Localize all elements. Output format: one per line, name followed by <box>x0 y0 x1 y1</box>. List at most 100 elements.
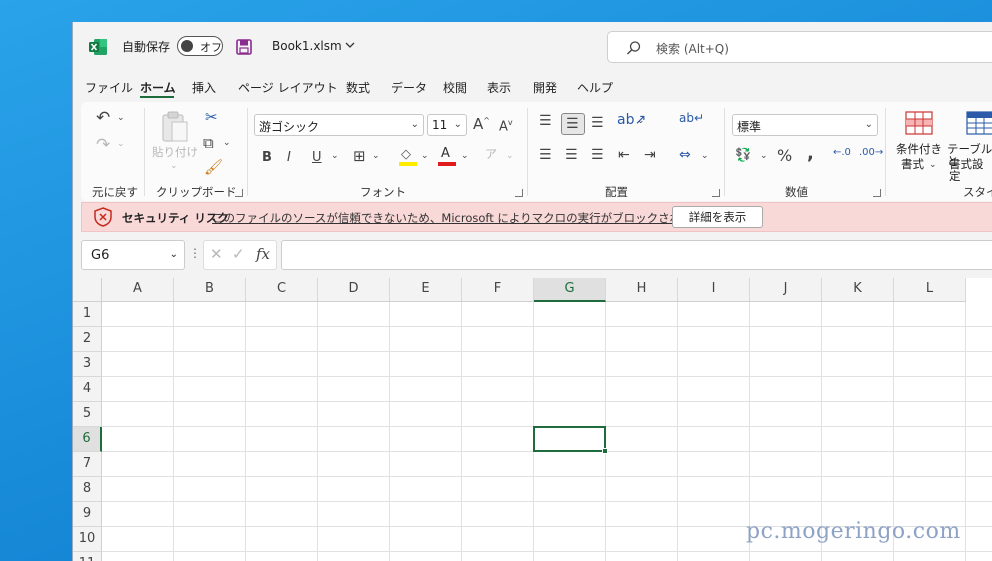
file-name[interactable]: Book1.xlsm <box>272 39 342 53</box>
tab-file[interactable]: ファイル <box>85 79 133 96</box>
align-top-icon[interactable]: ☰ <box>539 114 552 128</box>
tab-insert[interactable]: 挿入 <box>192 79 216 96</box>
fill-color-icon[interactable]: ◇ <box>399 148 417 166</box>
row-header-1[interactable]: 1 <box>73 302 102 327</box>
conditional-formatting-label-1[interactable]: 条件付き <box>896 143 942 156</box>
search-box[interactable]: 検索 (Alt+Q) <box>607 31 992 63</box>
security-message-link[interactable]: このファイルのソースが信頼できないため、Microsoft によりマクロの実行が… <box>212 210 727 226</box>
font-name-value: 游ゴシック <box>259 120 320 134</box>
clipboard-launcher-icon[interactable] <box>235 189 243 197</box>
font-color-icon[interactable]: A <box>438 147 456 166</box>
active-cell[interactable] <box>533 426 606 452</box>
decrease-indent-icon[interactable]: ⇤ <box>618 148 630 162</box>
row-header-2[interactable]: 2 <box>73 327 102 352</box>
column-header-b[interactable]: B <box>174 278 246 302</box>
fill-handle[interactable] <box>602 448 608 454</box>
font-name-dropdown[interactable]: 游ゴシック ⌄ <box>254 114 424 136</box>
tab-review[interactable]: 校閲 <box>443 79 467 96</box>
row-header-3[interactable]: 3 <box>73 352 102 377</box>
conditional-formatting-icon[interactable] <box>905 111 933 135</box>
row-header-8[interactable]: 8 <box>73 477 102 502</box>
font-color-chevron-icon[interactable]: ⌄ <box>461 152 469 161</box>
merge-chevron-icon[interactable]: ⌄ <box>701 152 709 161</box>
row-header-6[interactable]: 6 <box>73 427 102 452</box>
comma-style-icon[interactable]: , <box>807 145 814 163</box>
format-as-table-icon[interactable] <box>966 111 992 135</box>
wrap-text-icon[interactable]: ab↵ <box>679 112 704 124</box>
row-header-11[interactable]: 11 <box>73 552 102 561</box>
row-header-5[interactable]: 5 <box>73 402 102 427</box>
align-left-icon[interactable]: ☰ <box>539 148 552 162</box>
increase-indent-icon[interactable]: ⇥ <box>644 148 656 162</box>
column-header-d[interactable]: D <box>318 278 390 302</box>
format-painter-icon[interactable]: 🖌 <box>204 160 223 175</box>
align-middle-selected[interactable]: ☰ <box>561 113 585 135</box>
underline-icon[interactable]: U <box>312 151 322 164</box>
decrease-decimal-icon[interactable]: .00→ <box>859 148 883 158</box>
align-bottom-icon[interactable]: ☰ <box>591 116 604 130</box>
tab-formulas[interactable]: 数式 <box>346 79 370 96</box>
font-size-dropdown[interactable]: 11 ⌄ <box>427 114 467 136</box>
row-header-4[interactable]: 4 <box>73 377 102 402</box>
tab-home[interactable]: ホーム <box>140 79 176 96</box>
font-launcher-icon[interactable] <box>515 189 523 197</box>
format-as-table-label-2[interactable]: 書式設定 <box>949 158 992 182</box>
copy-icon[interactable]: ⧉ <box>203 136 214 151</box>
chevron-down-icon: ⌄ <box>864 119 873 130</box>
merge-center-icon[interactable]: ⇔ <box>679 148 691 162</box>
bold-icon[interactable]: B <box>262 151 272 164</box>
row-header-10[interactable]: 10 <box>73 527 102 552</box>
resize-handle-icon[interactable]: ⋮ <box>189 246 201 260</box>
currency-format-icon[interactable]: 💱 <box>735 149 751 162</box>
orientation-chevron-icon[interactable]: ⌄ <box>637 117 645 126</box>
save-icon[interactable] <box>236 39 252 55</box>
name-box[interactable]: G6 ⌄ <box>81 240 185 270</box>
increase-font-size-icon[interactable]: A^ <box>473 117 490 132</box>
chevron-down-icon[interactable] <box>345 41 355 49</box>
number-group-label: 数値 <box>785 185 808 199</box>
align-right-icon[interactable]: ☰ <box>591 148 604 162</box>
column-header-i[interactable]: I <box>678 278 750 302</box>
alignment-launcher-icon[interactable] <box>712 189 720 197</box>
currency-chevron-icon[interactable]: ⌄ <box>760 152 768 161</box>
autosave-toggle[interactable]: オフ <box>177 36 223 56</box>
conditional-formatting-label-2[interactable]: 書式 <box>901 158 924 171</box>
column-header-e[interactable]: E <box>390 278 462 302</box>
column-header-h[interactable]: H <box>606 278 678 302</box>
tab-developer[interactable]: 開発 <box>533 79 557 96</box>
select-all-corner[interactable] <box>73 278 102 302</box>
decrease-font-size-icon[interactable]: Av <box>499 119 513 134</box>
formula-input[interactable] <box>281 240 992 270</box>
tab-data[interactable]: データ <box>391 79 427 96</box>
tab-page-layout[interactable]: ページ レイアウト <box>238 79 338 96</box>
column-header-c[interactable]: C <box>246 278 318 302</box>
undo-dropdown-chevron-icon[interactable]: ⌄ <box>117 114 125 123</box>
number-launcher-icon[interactable] <box>873 189 881 197</box>
percent-style-icon[interactable]: % <box>777 148 792 164</box>
column-header-j[interactable]: J <box>750 278 822 302</box>
column-header-g[interactable]: G <box>534 278 606 302</box>
tab-view[interactable]: 表示 <box>487 79 511 96</box>
insert-function-icon[interactable]: fx <box>256 247 270 262</box>
underline-chevron-icon[interactable]: ⌄ <box>331 152 339 161</box>
borders-chevron-icon[interactable]: ⌄ <box>372 152 380 161</box>
italic-icon[interactable]: I <box>287 151 291 164</box>
number-format-dropdown[interactable]: 標準 ⌄ <box>732 114 878 136</box>
cut-icon[interactable]: ✂ <box>205 110 218 125</box>
tab-help[interactable]: ヘルプ <box>577 79 613 96</box>
fill-color-chevron-icon[interactable]: ⌄ <box>421 152 429 161</box>
font-size-value: 11 <box>432 118 448 132</box>
undo-icon[interactable]: ↶ <box>96 110 110 127</box>
chevron-down-icon[interactable]: ⌄ <box>929 161 937 170</box>
column-header-k[interactable]: K <box>822 278 894 302</box>
copy-chevron-icon[interactable]: ⌄ <box>223 139 231 148</box>
borders-icon[interactable]: ⊞ <box>353 149 366 164</box>
row-header-7[interactable]: 7 <box>73 452 102 477</box>
row-header-9[interactable]: 9 <box>73 502 102 527</box>
increase-decimal-icon[interactable]: ←.0 <box>833 148 851 158</box>
column-header-f[interactable]: F <box>462 278 534 302</box>
column-header-l[interactable]: L <box>894 278 966 302</box>
align-center-icon[interactable]: ☰ <box>565 148 578 162</box>
column-header-a[interactable]: A <box>102 278 174 302</box>
show-details-button[interactable]: 詳細を表示 <box>672 206 763 228</box>
